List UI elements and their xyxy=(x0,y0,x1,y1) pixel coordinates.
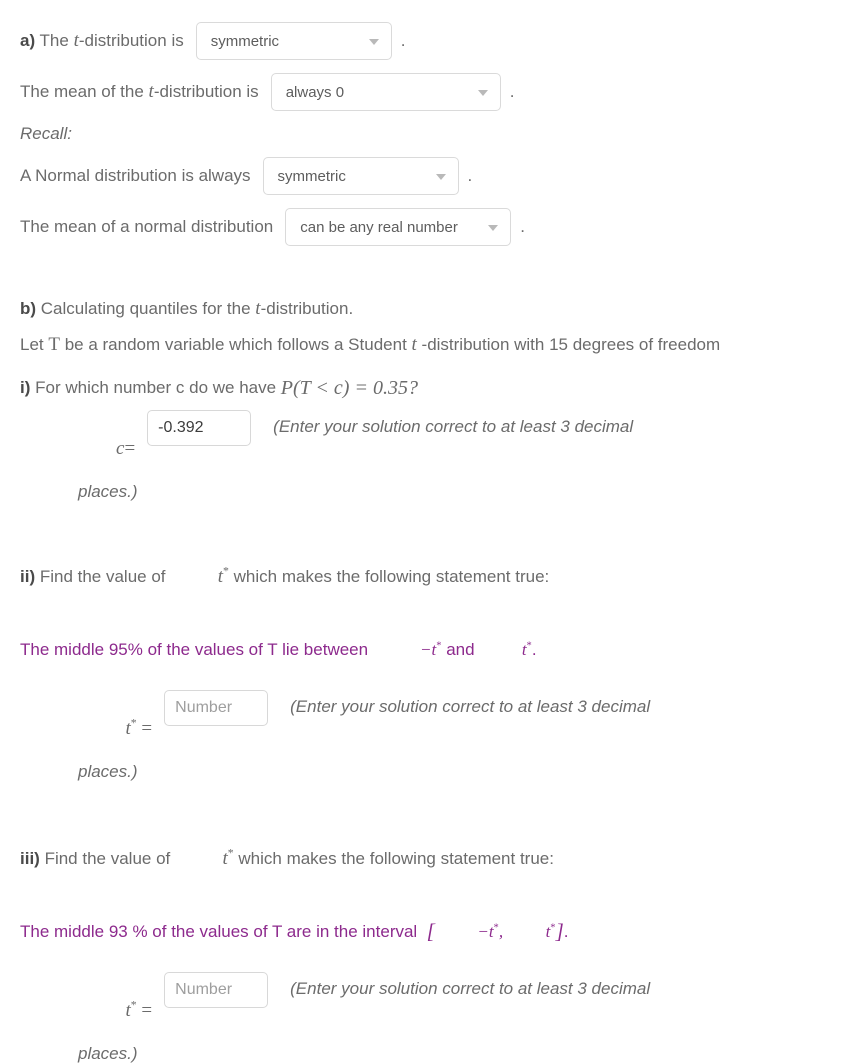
part-iii-statement-math-t: t* xyxy=(503,902,556,962)
part-a-q1-text-pre: The xyxy=(35,31,74,50)
part-a-q2-period: . xyxy=(509,82,515,101)
dropdown-normal-distribution-shape-value: symmetric xyxy=(277,167,346,185)
part-i-question-row: i) For which number c do we have P(T < c… xyxy=(20,377,856,400)
part-a-q4-period: . xyxy=(520,217,525,236)
part-a-q3-text: A Normal distribution is always xyxy=(20,166,251,185)
part-iii-answer-label: t* = xyxy=(78,972,153,1044)
part-iii-statement-math-neg-t: −t* xyxy=(435,902,498,962)
part-iii-note-line2: places.) xyxy=(78,1043,138,1063)
part-ii-question-math: t* xyxy=(170,544,229,610)
part-iii-label: iii) xyxy=(20,848,40,868)
part-a-block: a) The t -distribution is symmetric . Th… xyxy=(20,22,856,246)
answer-input-tstar-ii[interactable]: Number xyxy=(164,689,269,726)
part-a-label: a) xyxy=(20,31,36,50)
answer-input-c[interactable]: -0.392 xyxy=(147,409,252,446)
part-a-question-2-row: The mean of the t -distribution is alway… xyxy=(20,73,856,111)
dropdown-normal-distribution-shape[interactable]: symmetric xyxy=(262,157,459,195)
part-ii-statement-mid: and xyxy=(441,639,480,659)
part-ii-question-post: which makes the following statement true… xyxy=(228,566,550,586)
chevron-down-icon xyxy=(435,174,446,180)
part-a-q1-text-post: -distribution is xyxy=(78,31,184,50)
part-ii-statement-end: . xyxy=(531,639,537,659)
part-ii-statement-neg-t: −t xyxy=(420,639,437,659)
part-b-block: b) Calculating quantiles for the t -dist… xyxy=(20,298,856,1064)
answer-input-tstar-ii-placeholder: Number xyxy=(175,698,233,716)
answer-input-tstar-iii[interactable]: Number xyxy=(164,971,269,1008)
part-b-setup-paragraph: Let T be a random variable which follows… xyxy=(20,331,750,359)
part-a-q4-text: The mean of a normal distribution xyxy=(20,217,274,236)
part-iii-answer-eq: = xyxy=(141,999,153,1021)
part-iii-statement-bracket-open: [ xyxy=(426,919,435,944)
part-a-q3-period: . xyxy=(467,166,473,185)
dropdown-normal-distribution-mean[interactable]: can be any real number xyxy=(285,208,512,246)
part-i-note-line2: places.) xyxy=(78,481,138,501)
part-ii-answer-star: * xyxy=(130,716,137,730)
part-ii-statement-pre: The middle 95% of the values of T lie be… xyxy=(20,639,378,659)
part-iii-statement-end: . xyxy=(563,921,569,941)
part-ii-block: ii) Find the value of t* which makes the… xyxy=(20,544,856,782)
part-iii-note-line1: (Enter your solution correct to at least… xyxy=(290,978,651,998)
answer-input-tstar-iii-placeholder: Number xyxy=(175,980,233,998)
part-ii-answer-row: t* = Number (Enter your solution correct… xyxy=(78,689,856,762)
chevron-down-icon xyxy=(488,225,499,231)
part-i-answer-label: c= xyxy=(78,410,135,482)
part-b-setup-pre: Let xyxy=(20,335,49,354)
chevron-down-icon xyxy=(477,90,488,96)
part-iii-answer-row: t* = Number (Enter your solution correct… xyxy=(78,971,856,1044)
answer-input-c-value: -0.392 xyxy=(158,418,204,436)
part-b-heading-row: b) Calculating quantiles for the t -dist… xyxy=(20,298,856,320)
dropdown-t-distribution-shape-value: symmetric xyxy=(210,32,280,50)
part-b-setup-post2: -distribution with 15 degrees of freedom xyxy=(421,335,721,354)
part-ii-statement-row: The middle 95% of the values of T lie be… xyxy=(20,620,856,680)
part-i-note-line1: (Enter your solution correct to at least… xyxy=(273,416,634,436)
part-iii-question-math: t* xyxy=(175,826,233,892)
part-ii-answer-label: t* = xyxy=(78,690,153,762)
part-i-question-pre: For which number c do we have xyxy=(30,378,281,398)
part-ii-statement-math-t: t* xyxy=(479,620,532,680)
dropdown-t-distribution-mean-value: always 0 xyxy=(285,83,345,101)
part-b-setup-math-T: T xyxy=(48,334,60,355)
part-a-q2-text-post: -distribution is xyxy=(153,82,259,101)
part-b-heading-pre: Calculating quantiles for the xyxy=(36,299,256,318)
dropdown-t-distribution-mean[interactable]: always 0 xyxy=(270,73,501,111)
part-iii-question-post: which makes the following statement true… xyxy=(233,848,554,868)
part-b-heading-post: -distribution. xyxy=(260,299,354,318)
part-i-answer-row: c= -0.392 (Enter your solution correct t… xyxy=(78,409,856,482)
part-iii-answer-star: * xyxy=(130,998,137,1012)
part-b-setup-post: be a random variable which follows a Stu… xyxy=(64,335,412,354)
part-b-setup-math-t: t xyxy=(411,334,417,355)
part-ii-question-row: ii) Find the value of t* which makes the… xyxy=(20,544,856,610)
dropdown-t-distribution-shape[interactable]: symmetric xyxy=(195,22,392,60)
part-iii-statement-bracket-close: ] xyxy=(555,919,564,944)
part-ii-note-line2: places.) xyxy=(78,761,138,781)
part-a-question-1-row: a) The t -distribution is symmetric . xyxy=(20,22,856,60)
part-iii-statement-pre: The middle 93 % of the values of T are i… xyxy=(20,921,427,941)
part-a-q2-text-pre: The mean of the xyxy=(20,82,149,101)
part-iii-statement-neg-t: −t xyxy=(477,921,494,941)
part-a-question-3-row: A Normal distribution is always symmetri… xyxy=(20,157,856,195)
part-iii-question-pre: Find the value of xyxy=(39,848,175,868)
part-ii-answer-eq: = xyxy=(141,717,153,739)
recall-heading: Recall: xyxy=(20,124,72,143)
part-ii-question-pre: Find the value of xyxy=(35,566,171,586)
part-ii-label: ii) xyxy=(20,566,36,586)
part-i-question-math: P(T < c) = 0.35? xyxy=(280,376,418,399)
part-iii-block: iii) Find the value of t* which makes th… xyxy=(20,826,856,1064)
dropdown-normal-distribution-mean-value: can be any real number xyxy=(300,218,458,236)
part-i-label: i) xyxy=(20,378,31,398)
part-iii-statement-row: The middle 93 % of the values of T are i… xyxy=(20,902,856,962)
exercise-page: a) The t -distribution is symmetric . Th… xyxy=(0,0,856,1064)
part-iii-question-row: iii) Find the value of t* which makes th… xyxy=(20,826,856,892)
part-ii-note-line1: (Enter your solution correct to at least… xyxy=(290,696,651,716)
part-b-label: b) xyxy=(20,299,37,318)
part-a-question-4-row: The mean of a normal distribution can be… xyxy=(20,208,856,246)
part-i-answer-eq: = xyxy=(124,437,136,459)
part-a-q1-period: . xyxy=(400,31,406,50)
part-ii-statement-math-neg-t: −t* xyxy=(378,620,441,680)
chevron-down-icon xyxy=(368,39,379,45)
